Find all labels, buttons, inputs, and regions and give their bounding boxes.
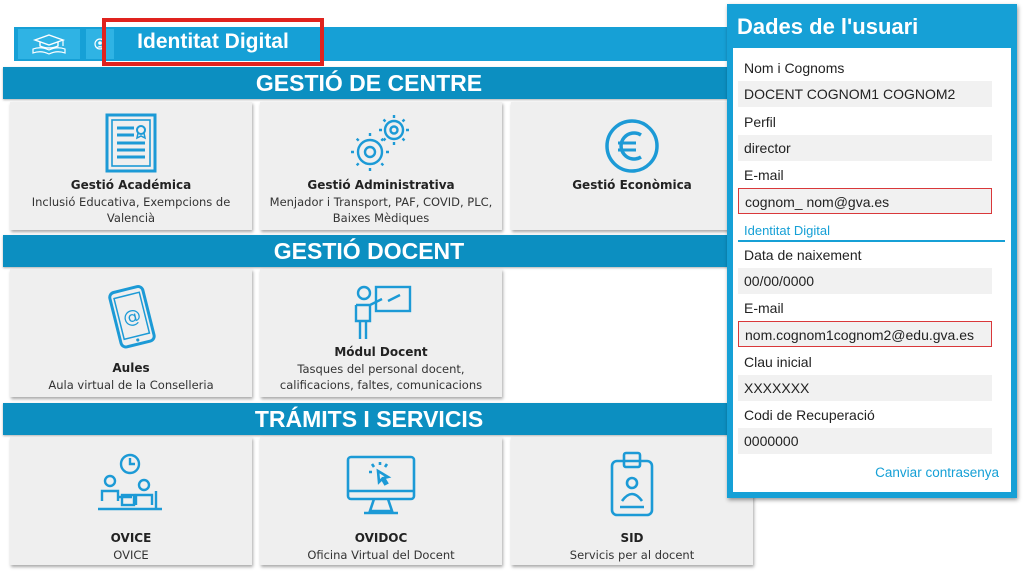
card-description-line-1: Aula virtual de la Conselleria [48,378,214,392]
monitor-cursor-icon [346,455,416,515]
initial-key-value: XXXXXXX [738,375,992,401]
card-title: OVICE [110,531,152,545]
name-label: Nom i Cognoms [744,60,845,76]
tablet-at-icon: @ [108,285,156,349]
change-password-link[interactable]: Canviar contrasenya [875,465,999,480]
card-gestio-administrativa[interactable]: Gestió Administrativa Menjador i Transpo… [260,102,502,230]
card-description-line-1: OVICE [113,548,149,562]
panel-body: Nom i Cognoms DOCENT COGNOM1 COGNOM2 Per… [733,48,1011,492]
section-header-gestio-docent: GESTIÓ DOCENT [3,235,755,267]
card-description-line-1: Servicis per al docent [569,548,695,562]
card-title: Módul Docent [334,345,428,359]
graduation-cap-book-icon [32,34,66,55]
recovery-code-value: 0000000 [738,428,992,454]
card-description-line-2: Baixes Mèdiques [332,211,430,225]
card-title: OVIDOC [354,531,408,545]
top-bar: Identitat Digital [14,18,754,66]
card-ovidoc[interactable]: OVIDOC Oficina Virtual del Docent [260,437,502,565]
profile-label: Perfil [744,114,776,130]
card-description-line-2: Valencià [106,211,156,225]
profile-value: director [738,135,992,161]
card-description-line-1: Oficina Virtual del Docent [307,548,455,562]
user-data-panel: Dades de l'usuari Nom i Cognoms DOCENT C… [727,4,1017,498]
card-sid[interactable]: SID Servicis per al docent [511,437,753,565]
recovery-code-label: Codi de Recuperació [744,407,875,423]
email-label: E-mail [744,167,784,183]
name-value: DOCENT COGNOM1 COGNOM2 [738,81,992,107]
card-ovice[interactable]: OVICE OVICE [10,437,252,565]
card-modul-docent[interactable]: Módul Docent Tasques del personal docent… [260,269,502,397]
identity-digital-heading: Identitat Digital [744,223,830,238]
section-title: GESTIÓ DE CENTRE [255,69,483,96]
initial-key-label: Clau inicial [744,354,812,370]
identitat-digital-link[interactable]: Identitat Digital [102,18,324,66]
panel-title: Dades de l'usuari [737,14,919,39]
card-aules[interactable]: @ Aules Aula virtual de la Conselleria [10,269,252,397]
email-value: cognom_ nom@gva.es [738,188,992,214]
card-description-line-1: Menjador i Transport, PAF, COVID, PLC, [269,195,493,209]
card-gestio-economica[interactable]: Gestió Econòmica [511,102,753,230]
section-header-tramits-servicis: TRÁMITS I SERVICIS [3,403,755,435]
section-title: TRÁMITS I SERVICIS [254,405,484,432]
birth-date-value: 00/00/0000 [738,268,992,294]
euro-icon [605,119,659,173]
document-certificate-icon [105,113,157,173]
id-badge-icon [610,451,654,517]
heading-divider [738,240,1005,242]
card-title: SID [620,531,644,545]
svg-text:@: @ [121,305,144,330]
birth-date-label: Data de naixement [744,247,862,263]
teacher-board-icon [354,285,412,339]
card-description-line-1: Inclusió Educativa, Exempcions de [31,195,231,209]
card-title: Gestió Econòmica [572,178,692,192]
section-title: GESTIÓ DOCENT [273,237,465,264]
card-description-line-1: Tasques del personal docent, [297,362,465,376]
card-description-line-2: calificacions, faltes, comunicacions [279,378,483,392]
office-clock-icon [98,453,162,511]
card-gestio-academica[interactable]: Gestió Académica Inclusió Educativa, Exe… [10,102,252,230]
card-title: Aules [112,361,150,375]
gears-icon [351,115,409,171]
email2-value: nom.cognom1cognom2@edu.gva.es [738,321,992,347]
section-header-gestio-centre: GESTIÓ DE CENTRE [3,67,755,99]
card-title: Gestió Administrativa [307,178,455,192]
card-title: Gestió Académica [70,178,192,192]
home-logo-button[interactable] [18,29,80,59]
page: Identitat Digital GESTIÓ DE CENTRE Gesti… [0,0,1024,578]
email2-label: E-mail [744,300,784,316]
